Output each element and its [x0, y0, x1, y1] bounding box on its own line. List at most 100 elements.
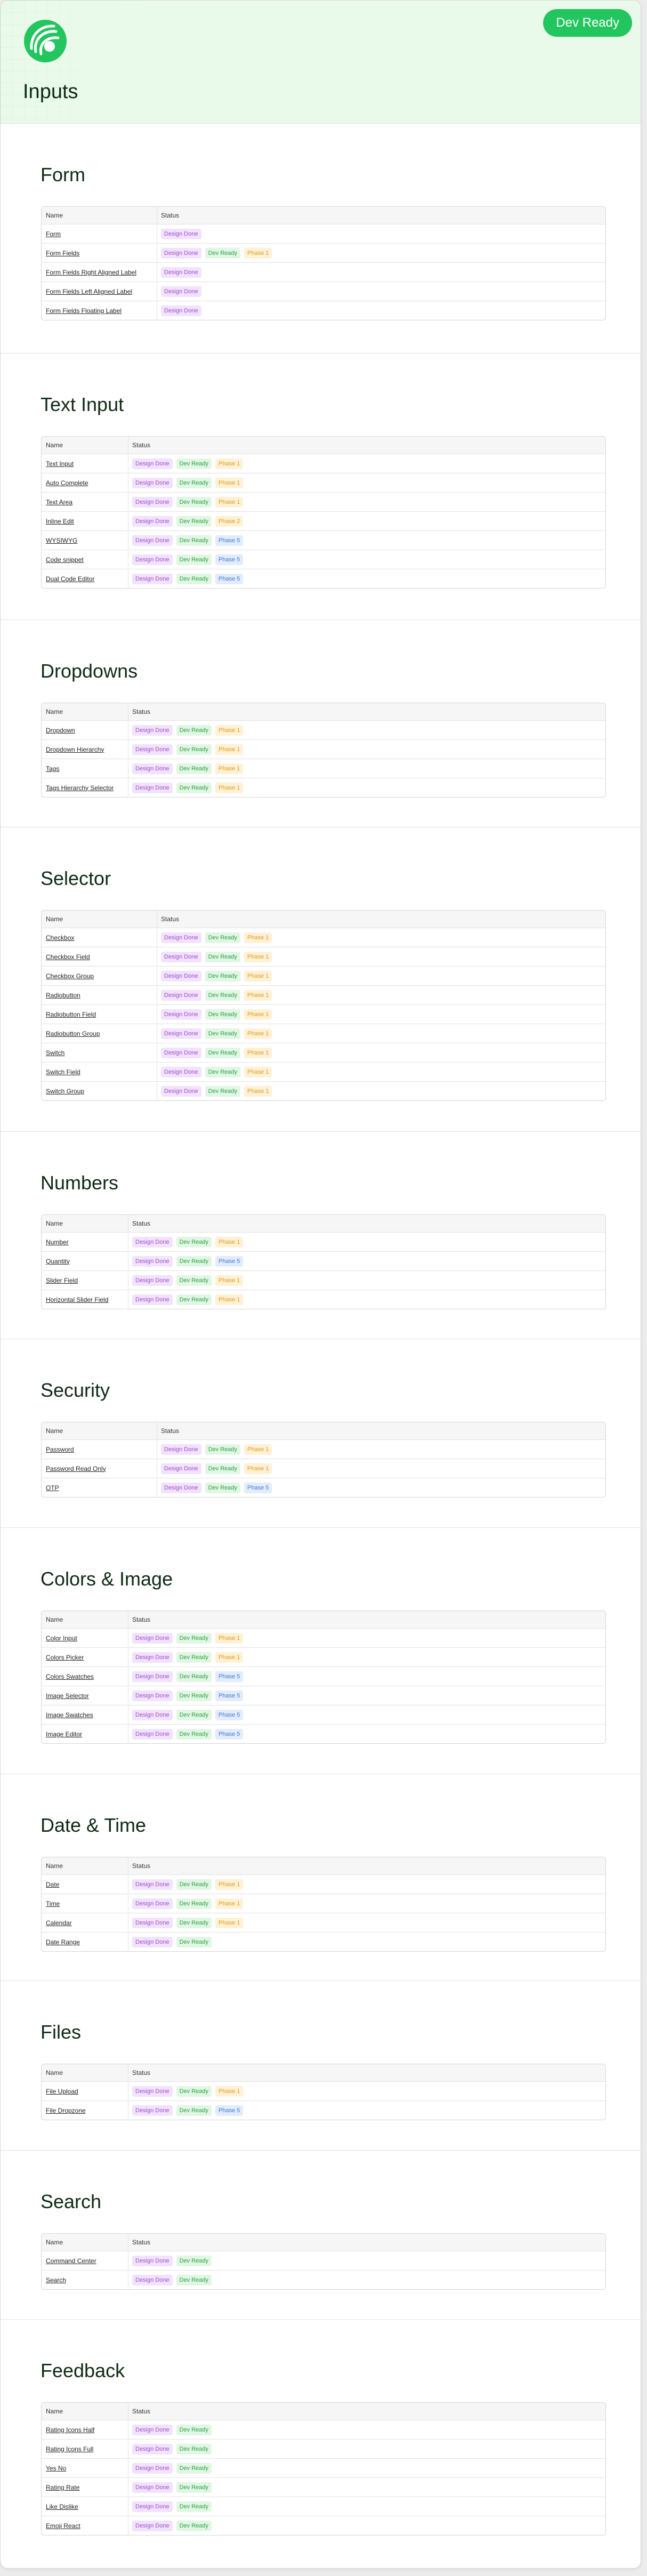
status-tag: Dev Ready	[205, 1482, 241, 1493]
status-tag: Dev Ready	[176, 2520, 212, 2531]
component-link[interactable]: Colors Picker	[46, 1648, 84, 1667]
status-cell: Design Done	[161, 301, 201, 320]
component-link[interactable]: Radiobutton Field	[46, 1005, 96, 1024]
component-link[interactable]: Search	[46, 2271, 66, 2289]
status-badge: Dev Ready	[543, 9, 632, 37]
component-link[interactable]: Quantity	[46, 1252, 70, 1270]
component-link[interactable]: Form Fields Left Aligned Label	[46, 282, 132, 301]
status-tag: Design Done	[161, 1047, 201, 1058]
component-link[interactable]: Date	[46, 1875, 59, 1894]
section-dropdowns: Dropdowns Name Status Dropdown Design Done De…	[1, 619, 641, 827]
status-tag: Phase 1	[215, 782, 244, 793]
status-cell: Design Done Dev Ready Phase 1	[132, 454, 244, 473]
status-tag: Dev Ready	[176, 1275, 212, 1286]
component-link[interactable]: Form	[46, 224, 61, 243]
status-tag: Design Done	[161, 989, 201, 1001]
component-link[interactable]: Form Fields	[46, 244, 79, 262]
status-tag: Design Done	[132, 477, 173, 488]
status-tag: Phase 5	[215, 1671, 244, 1682]
component-link[interactable]: Radiobutton Group	[46, 1024, 100, 1043]
component-link[interactable]: Text Area	[46, 493, 72, 511]
status-tag: Dev Ready	[176, 1690, 212, 1701]
status-tag: Phase 1	[215, 1879, 244, 1890]
component-link[interactable]: Code snippet	[46, 550, 84, 569]
table-header-row: Name Status	[42, 2403, 605, 2420]
component-link[interactable]: Checkbox	[46, 928, 74, 947]
component-link[interactable]: File Upload	[46, 2082, 78, 2100]
component-link[interactable]: Form Fields Right Aligned Label	[46, 263, 136, 281]
section-numbers: Numbers Name Status Number Design Done Dev Re…	[1, 1131, 641, 1339]
status-tag: Phase 1	[244, 1463, 272, 1474]
status-tag: Dev Ready	[176, 2105, 212, 2116]
component-link[interactable]: OTP	[46, 1478, 59, 1497]
status-tag: Design Done	[132, 2482, 173, 2493]
component-link[interactable]: Colors Swatches	[46, 1667, 94, 1686]
component-link[interactable]: Switch Group	[46, 1082, 84, 1100]
component-link[interactable]: Time	[46, 1894, 60, 1913]
column-header-name: Name	[46, 708, 63, 715]
component-link[interactable]: Rating Rate	[46, 2478, 79, 2497]
status-tag: Phase 1	[215, 1632, 244, 1644]
component-link[interactable]: Color Input	[46, 1629, 77, 1647]
component-link[interactable]: Rating Icons Half	[46, 2420, 94, 2439]
component-link[interactable]: Switch	[46, 1043, 64, 1062]
component-link[interactable]: Yes No	[46, 2459, 66, 2477]
component-link[interactable]: Image Swatches	[46, 1705, 93, 1724]
status-table: Name Status Date Design Done Dev Ready Phase …	[41, 1857, 606, 1952]
component-link[interactable]: Horizontal Slider Field	[46, 1290, 108, 1309]
status-table: Name Status Number Design Done Dev Ready Phas…	[41, 1214, 606, 1309]
status-tag: Phase 1	[244, 1085, 272, 1097]
component-link[interactable]: Radiobutton	[46, 986, 80, 1004]
table-row: Tags Design Done Dev Ready Phase 1	[42, 759, 605, 778]
status-tag: Design Done	[161, 247, 201, 259]
status-tag: Design Done	[132, 458, 173, 469]
page: Inputs Dev Ready Form Name Status Form Desig…	[0, 0, 641, 2569]
status-tag: Design Done	[132, 573, 173, 584]
status-tag: Design Done	[161, 1482, 201, 1493]
component-link[interactable]: Date Range	[46, 1933, 80, 1951]
component-link[interactable]: Form Fields Floating Label	[46, 301, 122, 320]
component-link[interactable]: Image Editor	[46, 1725, 82, 1743]
component-link[interactable]: Switch Field	[46, 1062, 80, 1081]
status-cell: Design Done Dev Ready Phase 5	[132, 1725, 244, 1743]
status-tag: Dev Ready	[176, 1709, 212, 1720]
component-link[interactable]: Tags Hierarchy Selector	[46, 778, 114, 797]
component-link[interactable]: Dual Code Editor	[46, 569, 94, 588]
status-tag: Design Done	[132, 2443, 173, 2454]
component-link[interactable]: Password	[46, 1440, 74, 1459]
component-link[interactable]: Image Selector	[46, 1686, 89, 1705]
status-tag: Phase 5	[215, 535, 244, 546]
component-link[interactable]: Slider Field	[46, 1271, 78, 1290]
component-link[interactable]: Inline Edit	[46, 512, 74, 530]
table-row: Form Fields Left Aligned Label Design Don…	[42, 281, 605, 301]
component-link[interactable]: Number	[46, 1233, 69, 1251]
component-link[interactable]: Dropdown Hierarchy	[46, 740, 104, 759]
component-link[interactable]: Command Center	[46, 2251, 96, 2270]
status-cell: Design Done Dev Ready	[132, 2420, 212, 2439]
component-link[interactable]: Text Input	[46, 454, 74, 473]
status-tag: Phase 5	[215, 1709, 244, 1720]
section-title: Selector	[41, 867, 111, 889]
status-cell: Design Done Dev Ready	[132, 2271, 212, 2289]
component-link[interactable]: Checkbox Group	[46, 967, 94, 985]
component-link[interactable]: Checkbox Field	[46, 947, 90, 966]
component-link[interactable]: Emoji React	[46, 2516, 80, 2535]
component-link[interactable]: Tags	[46, 759, 59, 778]
component-link[interactable]: Like Dislike	[46, 2497, 78, 2516]
table-row: Radiobutton Field Design Done Dev Ready Pha…	[42, 1004, 605, 1024]
column-header-name: Name	[46, 2069, 63, 2076]
status-tag: Design Done	[132, 1255, 173, 1267]
component-link[interactable]: WYSIWYG	[46, 531, 77, 550]
status-cell: Design Done Dev Ready	[132, 2459, 212, 2477]
component-link[interactable]: Dropdown	[46, 721, 75, 739]
status-tag: Design Done	[132, 1879, 173, 1890]
component-link[interactable]: Rating Icons Full	[46, 2440, 93, 2458]
status-tag: Phase 5	[215, 554, 244, 565]
status-tag: Design Done	[161, 305, 201, 316]
status-cell: Design Done Dev Ready Phase 1	[161, 1024, 272, 1043]
column-header-name: Name	[46, 1427, 63, 1435]
component-link[interactable]: Calendar	[46, 1913, 72, 1932]
component-link[interactable]: Auto Complete	[46, 473, 88, 492]
component-link[interactable]: Password Read Only	[46, 1459, 106, 1478]
component-link[interactable]: File Dropzone	[46, 2101, 86, 2120]
